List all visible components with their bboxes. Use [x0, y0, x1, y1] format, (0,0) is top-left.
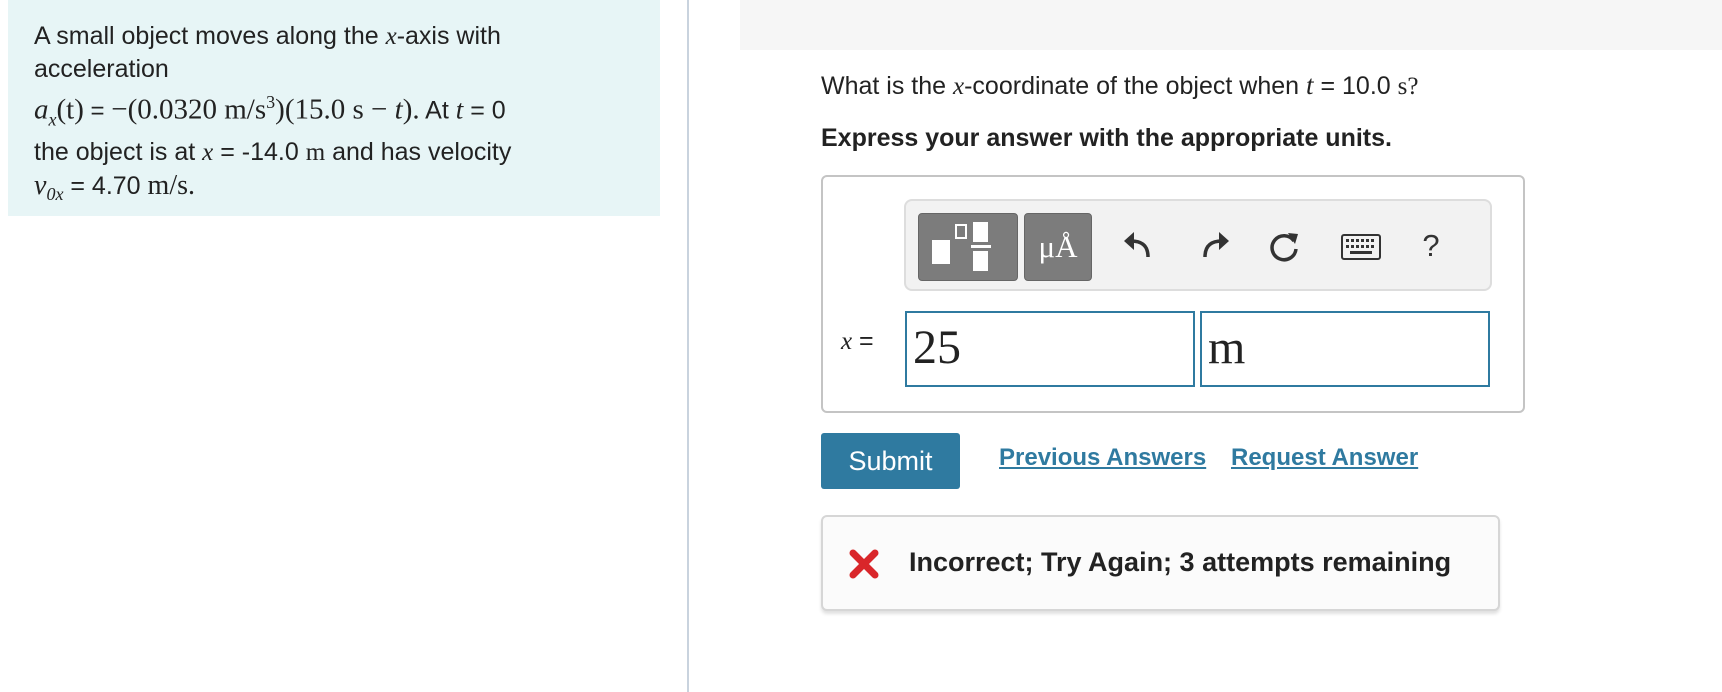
feedback-box: Incorrect; Try Again; 3 attempts remaini… — [821, 515, 1500, 611]
problem-text: At — [419, 96, 456, 125]
accel-symbol: a — [34, 93, 49, 126]
help-button[interactable]: ? — [1406, 219, 1456, 273]
accel-expression: )(15.0 s − — [275, 93, 395, 126]
equals-sign: = — [852, 327, 874, 355]
keyboard-icon — [1341, 234, 1381, 260]
answer-instructions: Express your answer with the appropriate… — [821, 124, 1392, 152]
x-variable: x — [385, 23, 397, 50]
accel-expression: ). — [402, 93, 420, 126]
accel-exponent: 3 — [266, 92, 276, 112]
problem-text: the object is at — [34, 138, 203, 167]
problem-text: and has velocity — [325, 138, 512, 167]
undo-button[interactable] — [1113, 219, 1163, 273]
unit-seconds: s? — [1397, 73, 1419, 100]
units-button[interactable]: μÅ — [1024, 213, 1092, 281]
x-mark-icon — [849, 549, 879, 579]
help-icon: ? — [1422, 228, 1440, 263]
answer-variable-label: x = — [841, 327, 874, 356]
feedback-message: Incorrect; Try Again; 3 attempts remaini… — [909, 547, 1452, 577]
submit-button[interactable]: Submit — [821, 433, 960, 489]
problem-line-2: acceleration — [34, 53, 634, 86]
velocity-symbol: v — [34, 170, 47, 202]
acceleration-formula: ax(t) = −(0.0320 m/s3)(15.0 s − t). At t… — [34, 86, 634, 136]
problem-statement-panel: A small object moves along the x-axis wi… — [8, 0, 660, 216]
redo-icon — [1203, 232, 1229, 258]
units-icon: μÅ — [1038, 229, 1078, 264]
question-part: What is the — [821, 72, 953, 100]
problem-line-5: v0x = 4.70 m/s. — [34, 169, 634, 211]
undo-icon — [1124, 232, 1150, 258]
request-answer-link[interactable]: Request Answer — [1231, 444, 1418, 472]
unit-meters-per-second: m/s. — [147, 170, 196, 202]
answer-value-input[interactable]: 25 — [905, 311, 1195, 387]
question-part: = 10.0 — [1313, 72, 1398, 100]
panel-divider — [687, 0, 689, 692]
equals-sign: = — [83, 97, 112, 125]
header-strip — [740, 0, 1722, 50]
problem-text: = 0 — [463, 96, 506, 125]
problem-text: acceleration — [34, 55, 169, 83]
velocity-subscript: 0x — [46, 184, 64, 205]
problem-text: = -14.0 — [213, 138, 306, 167]
accel-arg: (t) — [56, 93, 84, 126]
reset-icon — [1270, 233, 1298, 262]
problem-text: -axis with — [396, 22, 501, 50]
problem-line-4: the object is at x = -14.0 m and has vel… — [34, 136, 634, 169]
t-variable: t — [1306, 70, 1314, 100]
problem-text: A small object moves along the — [34, 22, 386, 50]
redo-button[interactable] — [1190, 219, 1240, 273]
answer-unit-input[interactable]: m — [1200, 311, 1490, 387]
question-text: What is the x-coordinate of the object w… — [821, 70, 1418, 101]
t-variable: t — [394, 93, 403, 126]
problem-line-1: A small object moves along the x-axis wi… — [34, 20, 634, 53]
reset-button[interactable] — [1259, 219, 1309, 273]
question-part: -coordinate of the object when — [964, 72, 1306, 100]
unit-meters: m — [305, 139, 326, 167]
x-variable: x — [202, 139, 214, 167]
answer-box: μÅ ? x = 25 m — [821, 175, 1525, 413]
x-variable: x — [953, 73, 965, 100]
templates-button[interactable] — [918, 213, 1018, 281]
templates-icon — [932, 222, 991, 271]
keyboard-button[interactable] — [1336, 219, 1386, 273]
previous-answers-link[interactable]: Previous Answers — [999, 444, 1206, 472]
math-toolbar: μÅ ? — [904, 199, 1492, 291]
x-variable: x — [841, 328, 853, 355]
accel-subscript: x — [48, 109, 57, 130]
problem-text: = 4.70 — [63, 172, 148, 201]
accel-expression: −(0.0320 m/s — [111, 93, 267, 126]
